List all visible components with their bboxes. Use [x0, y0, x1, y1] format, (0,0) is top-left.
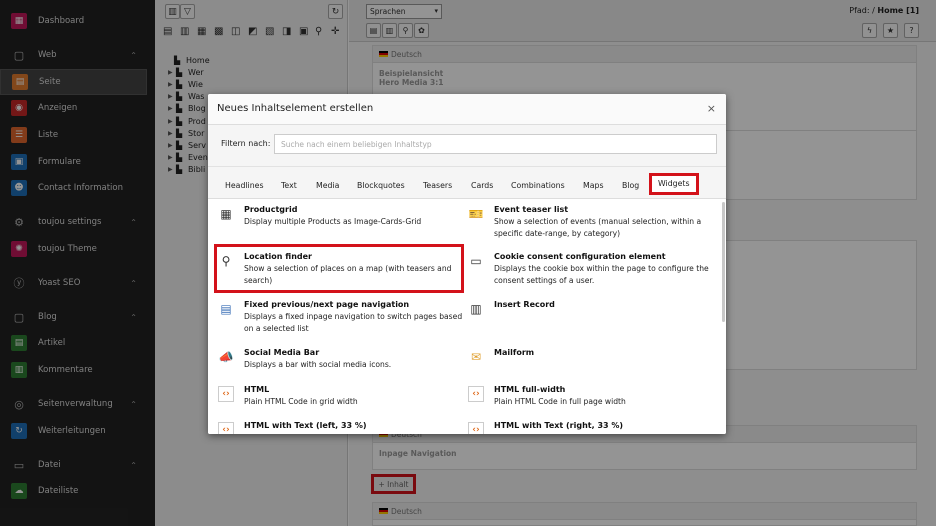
widget-description: Show a selection of events (manual selec…: [494, 217, 702, 238]
location-finder-highlight: [214, 244, 464, 293]
widget-mailform[interactable]: ✉ Mailform: [467, 348, 717, 388]
tab-cards[interactable]: Cards: [471, 181, 493, 190]
widget-description: Displays a fixed inpage navigation to sw…: [244, 312, 463, 333]
modal-header: Neues Inhaltselement erstellen ×: [208, 94, 726, 125]
mail-icon: ✉: [470, 350, 482, 364]
widget-cookie-consent-configuration-element[interactable]: ▭ Cookie consent configuration element Dis…: [467, 252, 717, 292]
widget-list: ▦ Productgrid Display multiple Products as…: [208, 199, 726, 434]
widget-title: Mailform: [494, 348, 535, 357]
widget-description: Plain HTML Code in full page width: [494, 397, 626, 406]
widget-title: HTML full-width: [494, 385, 566, 394]
widget-title: HTML with Text (right, 33 %): [494, 421, 624, 430]
ticket-icon: 🎫: [468, 207, 484, 221]
tab-widgets[interactable]: Widgets: [649, 173, 699, 195]
widget-description: Plain HTML Code in grid width: [244, 397, 358, 406]
widget-social-media-bar[interactable]: 📣 Social Media Bar Displays a bar with soc…: [217, 348, 467, 388]
filter-input[interactable]: [274, 134, 717, 154]
widget-description: Display multiple Products as Image-Cards…: [244, 217, 422, 226]
page-nav-icon: ▤: [220, 302, 232, 316]
tab-text[interactable]: Text: [281, 181, 297, 190]
widget-title: Insert Record: [494, 300, 555, 309]
tab-combinations[interactable]: Combinations: [511, 181, 565, 190]
widget-description: Displays a bar with social media icons.: [244, 360, 392, 369]
close-icon[interactable]: ×: [707, 102, 716, 115]
modal-filter-bar: Filtern nach:: [208, 125, 726, 167]
widget-title: Social Media Bar: [244, 348, 320, 357]
modal-title: Neues Inhaltselement erstellen: [217, 103, 374, 114]
tab-headlines[interactable]: Headlines: [225, 181, 264, 190]
widget-insert-record[interactable]: ▥ Insert Record: [467, 300, 717, 340]
grid-icon: ▦: [220, 207, 232, 221]
code-icon: ‹›: [467, 385, 485, 403]
widget-fixed-previous-next-page-navigation[interactable]: ▤ Fixed previous/next page navigation Disp…: [217, 300, 467, 340]
tab-blockquotes[interactable]: Blockquotes: [357, 181, 405, 190]
widget-title: Event teaser list: [494, 205, 569, 214]
cookie-card-icon: ▭: [470, 254, 482, 268]
tab-teasers[interactable]: Teasers: [423, 181, 452, 190]
widget-html-full-width[interactable]: ‹› HTML full-width Plain HTML Code in full…: [467, 385, 717, 425]
insert-record-icon: ▥: [470, 302, 482, 316]
widget-event-teaser-list[interactable]: 🎫 Event teaser list Show a selection of ev…: [467, 205, 717, 245]
tab-blog[interactable]: Blog: [622, 181, 639, 190]
widget-html-with-text-right-33[interactable]: ‹› HTML with Text (right, 33 %): [467, 421, 717, 434]
code-icon: ‹›: [217, 421, 235, 434]
widget-title: Fixed previous/next page navigation: [244, 300, 410, 309]
code-glyph: ‹›: [468, 422, 484, 434]
code-glyph: ‹›: [468, 386, 484, 402]
widget-html-with-text-left-33[interactable]: ‹› HTML with Text (left, 33 %): [217, 421, 467, 434]
code-glyph: ‹›: [218, 386, 234, 402]
code-glyph: ‹›: [218, 422, 234, 434]
filter-label: Filtern nach:: [221, 139, 271, 148]
modal-scrollbar[interactable]: [722, 202, 725, 322]
widget-title: Productgrid: [244, 205, 298, 214]
widget-html[interactable]: ‹› HTML Plain HTML Code in grid width: [217, 385, 467, 425]
new-content-element-modal: Neues Inhaltselement erstellen × Filtern…: [208, 94, 726, 434]
widget-title: Cookie consent configuration element: [494, 252, 666, 261]
widget-productgrid[interactable]: ▦ Productgrid Display multiple Products as…: [217, 205, 467, 245]
modal-tabs: Headlines Text Media Blockquotes Teasers Card…: [208, 167, 726, 199]
tab-media[interactable]: Media: [316, 181, 339, 190]
code-icon: ‹›: [467, 421, 485, 434]
tab-maps[interactable]: Maps: [583, 181, 604, 190]
code-icon: ‹›: [217, 385, 235, 403]
widget-title: HTML with Text (left, 33 %): [244, 421, 367, 430]
widget-title: HTML: [244, 385, 270, 394]
megaphone-icon: 📣: [218, 350, 234, 364]
widget-description: Displays the cookie box within the page …: [494, 264, 709, 285]
